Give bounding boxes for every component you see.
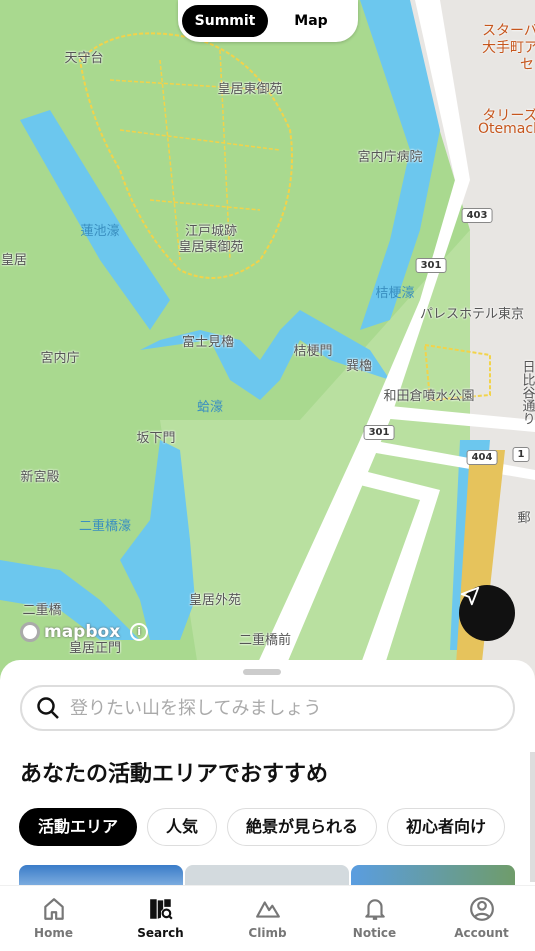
section-heading: あなたの活動エリアでおすすめ	[20, 762, 329, 787]
bottom-nav: Home Search Climb Notice Account	[0, 885, 535, 951]
filter-chip[interactable]: 活動エリア	[19, 808, 138, 846]
bell-icon	[364, 899, 385, 920]
map-label[interactable]: 二重橋前	[239, 629, 291, 648]
map-label[interactable]: 坂下門	[136, 427, 175, 446]
map-label[interactable]: 桔梗門	[293, 340, 332, 359]
toggle-summit[interactable]: Summit	[182, 5, 268, 37]
map-label[interactable]: 皇居東御苑	[178, 236, 243, 255]
map-label[interactable]: 富士見櫓	[182, 331, 234, 350]
map-label[interactable]: 蓮池濠	[80, 220, 119, 239]
map-label[interactable]: 宮内庁病院	[357, 146, 422, 165]
map-label[interactable]: 巽櫓	[346, 355, 372, 374]
nav-search[interactable]: Search	[107, 886, 214, 951]
mode-toggle[interactable]: Summit Map	[178, 0, 358, 42]
navigation-arrow-icon	[460, 586, 480, 606]
map-label[interactable]: Otemach	[478, 121, 535, 137]
toggle-map[interactable]: Map	[268, 5, 354, 37]
route-shield: 403	[461, 208, 493, 223]
filter-chip[interactable]: 初心者向け	[387, 808, 506, 846]
info-icon[interactable]: i	[130, 623, 149, 641]
route-shield: 1	[512, 447, 530, 462]
map-label[interactable]: 蛤濠	[197, 396, 223, 415]
filter-chip[interactable]: 人気	[147, 808, 218, 846]
map-label[interactable]: 日比谷通り	[518, 360, 535, 425]
mapbox-attribution[interactable]: mapbox i	[20, 622, 149, 642]
map-label[interactable]: 二重橋濠	[79, 515, 131, 534]
mountain-search-field[interactable]	[20, 685, 515, 731]
route-shield: 404	[466, 450, 498, 465]
sheet-drag-handle[interactable]	[243, 669, 281, 675]
map-label[interactable]: 天守台	[64, 47, 103, 66]
map-label[interactable]: パレスホテル東京	[420, 303, 524, 322]
nav-notice[interactable]: Notice	[321, 886, 428, 951]
map-view[interactable]: 天守台 皇居東御苑 宮内庁病院 蓮池濠 江戸城跡 皇居東御苑 皇居 桔梗濠 パレスホテル東京 富士…	[0, 0, 535, 680]
route-shield: 301	[415, 258, 447, 273]
current-location-button[interactable]	[459, 585, 515, 641]
map-base	[0, 0, 535, 680]
map-label[interactable]: 二重橋	[22, 599, 61, 618]
search-input[interactable]	[70, 697, 513, 719]
mapbox-logo-icon	[20, 622, 40, 642]
nav-home[interactable]: Home	[0, 886, 107, 951]
mountain-icon	[255, 901, 280, 918]
map-search-icon	[149, 899, 173, 920]
search-icon	[37, 697, 59, 719]
map-label[interactable]: 皇居	[1, 249, 27, 268]
map-label[interactable]: 新宮殿	[20, 466, 59, 485]
account-icon	[469, 897, 494, 921]
nav-climb[interactable]: Climb	[214, 886, 321, 951]
filter-chips: 活動エリア 人気 絶景が見られる 初心者向け	[19, 808, 506, 846]
home-icon	[43, 898, 64, 920]
bottom-sheet[interactable]: あなたの活動エリアでおすすめ 活動エリア人気絶景が見られる初心者向け	[0, 660, 535, 890]
map-label[interactable]: セ	[520, 54, 534, 74]
map-label[interactable]: 宮内庁	[40, 347, 79, 366]
map-label[interactable]: 和田倉噴水公園	[383, 385, 474, 404]
map-label[interactable]: 皇居東御苑	[217, 78, 282, 97]
nav-account[interactable]: Account	[428, 886, 535, 951]
map-label[interactable]: 郵	[517, 507, 530, 526]
filter-chip[interactable]: 絶景が見られる	[227, 808, 378, 846]
scrollbar[interactable]	[530, 752, 535, 882]
map-label[interactable]: 皇居外苑	[189, 589, 241, 608]
map-label[interactable]: 桔梗濠	[375, 282, 414, 301]
route-shield: 301	[363, 425, 395, 440]
